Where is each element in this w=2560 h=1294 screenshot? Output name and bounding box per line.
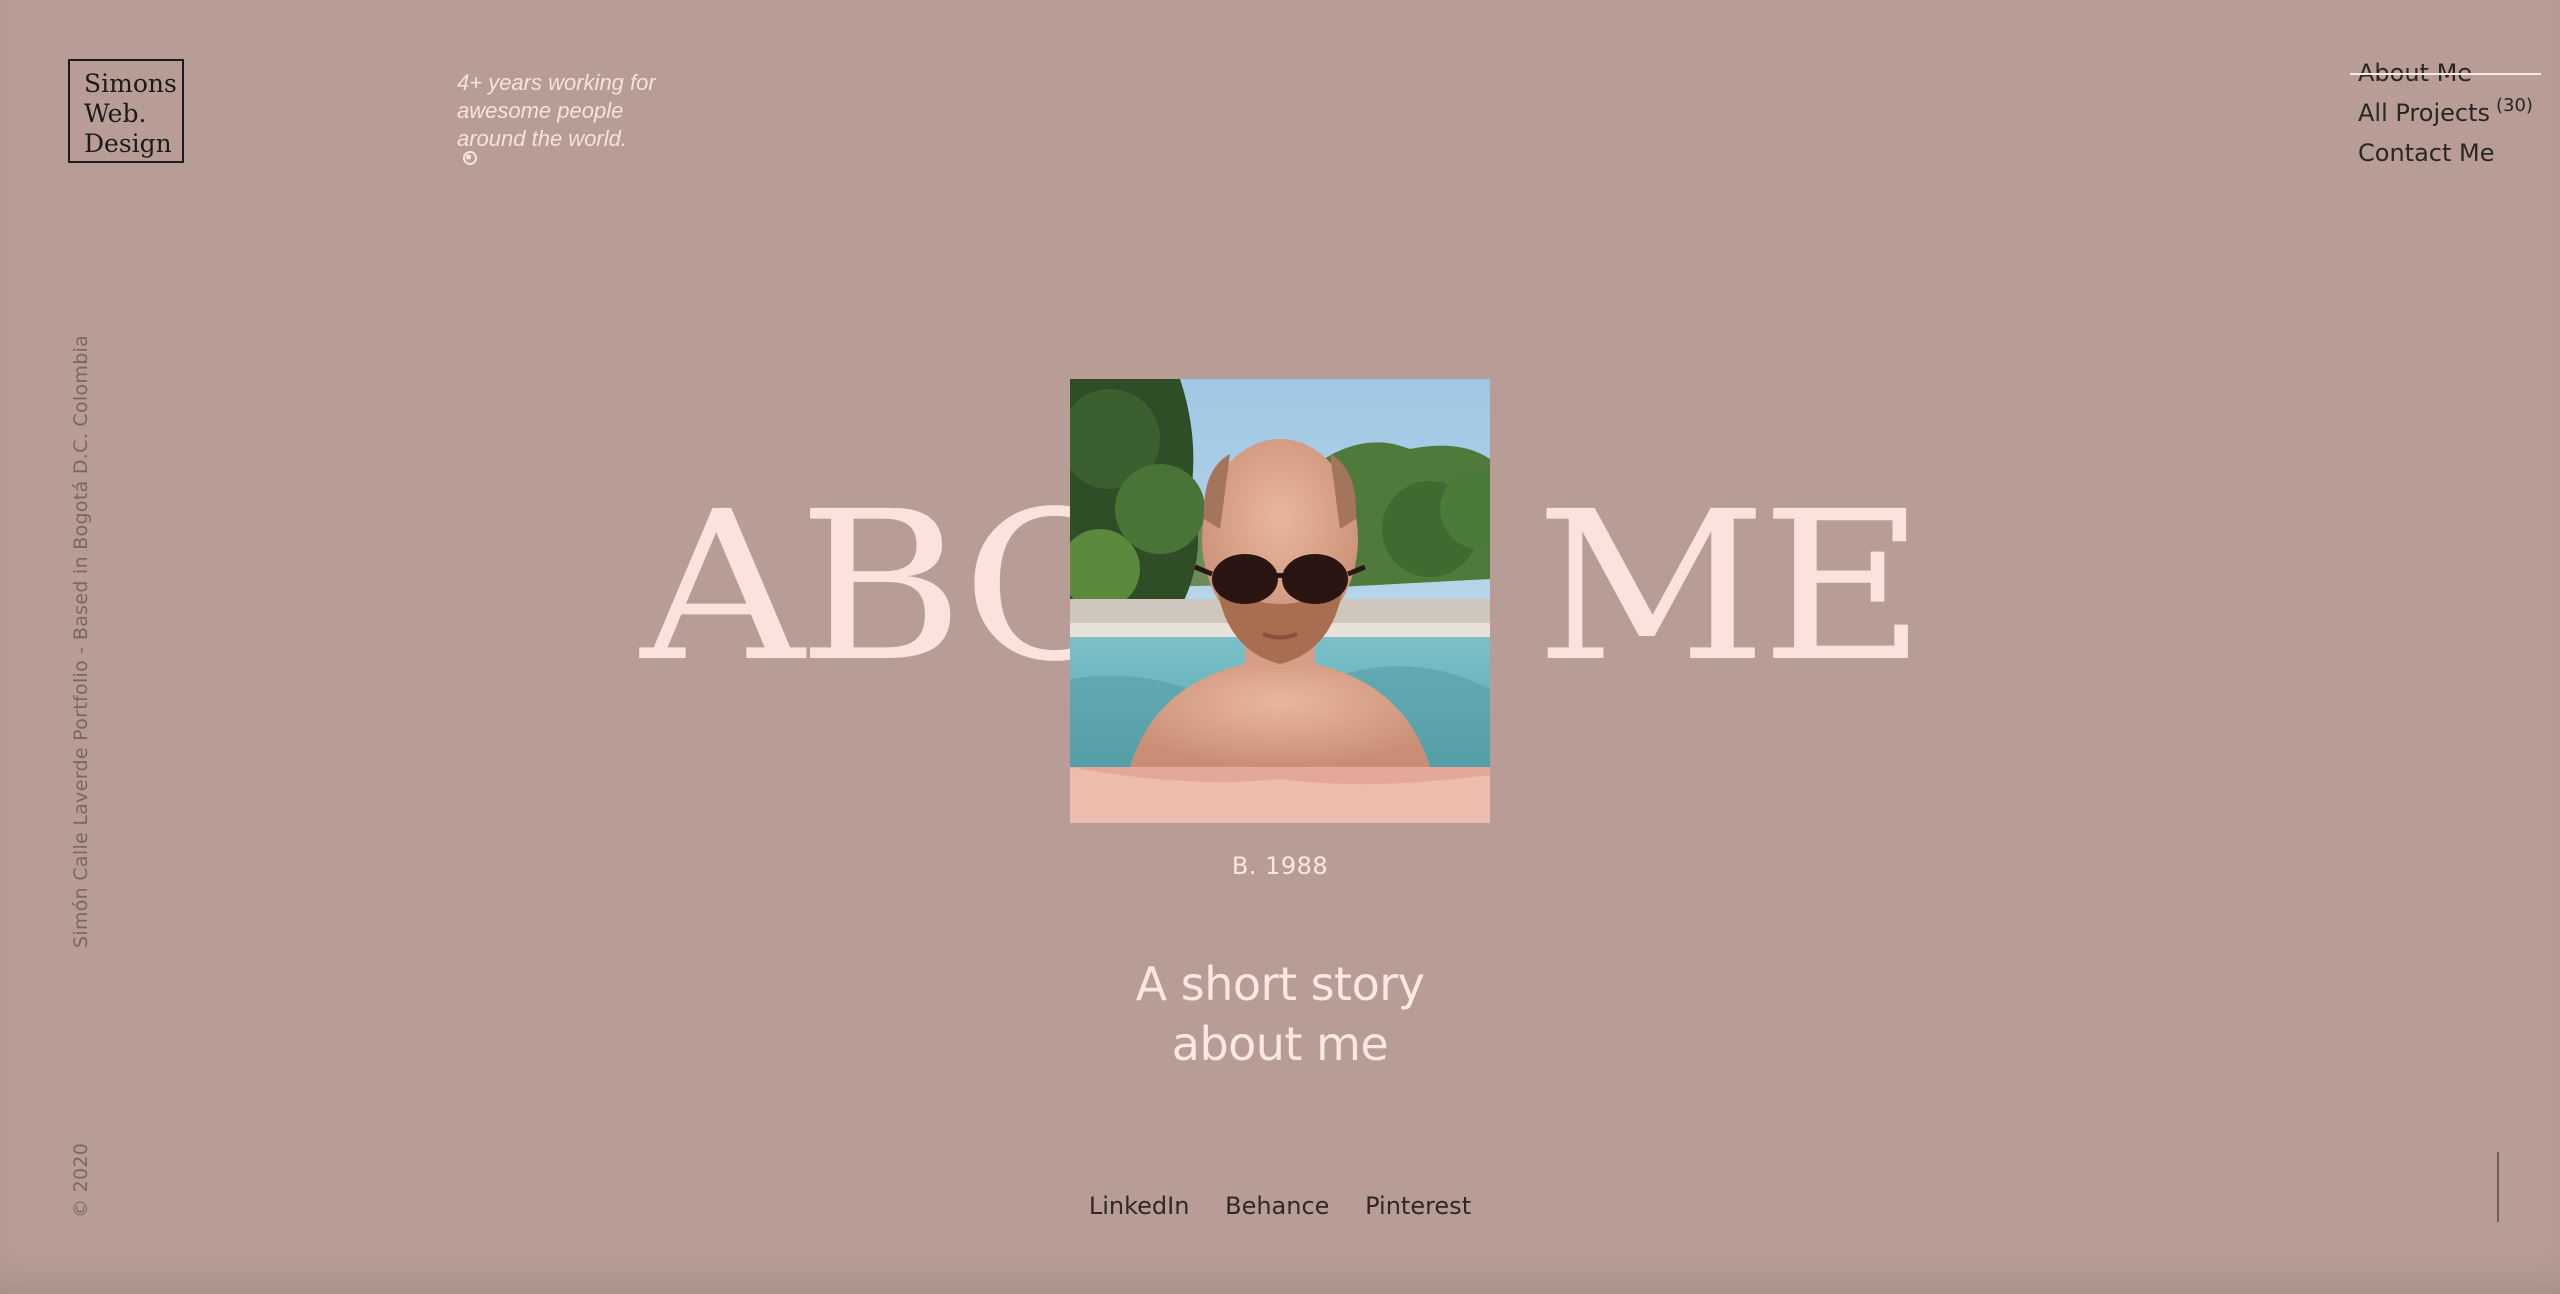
nav-about-me[interactable]: About Me — [2350, 53, 2541, 93]
logo[interactable]: Simons Web. Design — [68, 59, 184, 163]
linkedin-link[interactable]: LinkedIn — [1089, 1192, 1190, 1220]
tagline-line-1: 4+ years working for — [457, 70, 656, 95]
logo-line-2: Web. — [84, 99, 147, 128]
story-heading: A short story about me — [0, 954, 2560, 1074]
logo-line-3: Design — [84, 129, 172, 158]
profile-photo — [1070, 379, 1490, 823]
nav-contact-me-label: Contact Me — [2358, 139, 2495, 167]
tagline: 4+ years working for awesome people arou… — [457, 69, 717, 167]
scroll-indicator — [2497, 1152, 2499, 1222]
birth-year: B. 1988 — [1231, 852, 1329, 880]
pinterest-link[interactable]: Pinterest — [1365, 1192, 1471, 1220]
social-links: LinkedIn Behance Pinterest — [0, 1192, 2560, 1220]
tagline-line-3: around the world. — [457, 125, 717, 167]
logo-line-1: Simons — [84, 69, 177, 98]
page: Simons Web. Design 4+ years working for … — [0, 0, 2560, 1294]
nav-all-projects-label: All Projects — [2358, 99, 2490, 127]
main-nav: About Me All Projects (30) Contact Me — [2350, 53, 2541, 173]
tagline-line-3-text: around the world. — [457, 126, 627, 151]
nav-contact-me[interactable]: Contact Me — [2358, 133, 2533, 173]
story-line-2: about me — [1171, 1017, 1389, 1071]
story-line-1: A short story — [1135, 957, 1425, 1011]
nav-about-me-label: About Me — [2358, 59, 2473, 87]
behance-link[interactable]: Behance — [1225, 1192, 1329, 1220]
nav-all-projects[interactable]: All Projects (30) — [2358, 93, 2533, 133]
globe-icon — [463, 151, 477, 165]
tagline-line-2: awesome people — [457, 98, 624, 123]
projects-count: (30) — [2496, 95, 2533, 116]
